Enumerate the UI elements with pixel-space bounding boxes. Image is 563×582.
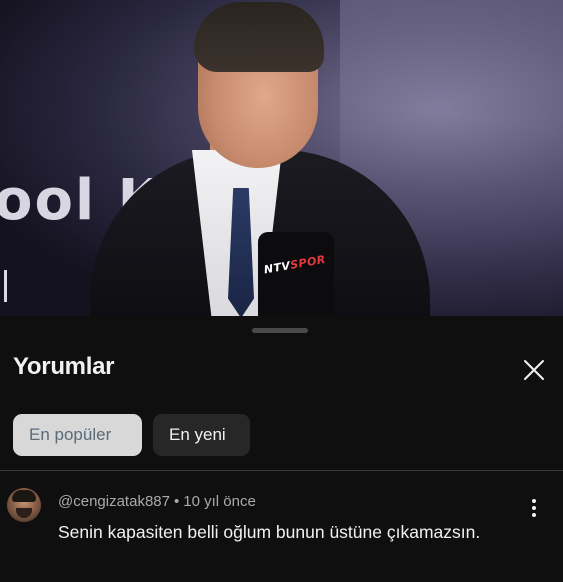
close-button[interactable]	[516, 352, 552, 388]
meta-separator: •	[173, 493, 180, 510]
avatar[interactable]	[7, 488, 41, 522]
video-person: NTVSPOR	[60, 0, 430, 316]
comments-panel: Yorumlar En popüler En yeni @cengizatak8…	[0, 316, 563, 582]
avatar-hair	[12, 490, 36, 502]
close-icon	[524, 360, 544, 380]
sort-chips: En popüler En yeni	[13, 414, 250, 456]
avatar-beard	[16, 508, 32, 518]
comment-menu-button[interactable]	[520, 494, 548, 522]
app-root: ool K ü NTVSPOR Yorumlar En popüler En y…	[0, 0, 563, 582]
comment-item: @cengizatak887 • 10 yıl önce Senin kapasit…	[0, 486, 563, 582]
person-hair	[194, 2, 324, 72]
chip-en-populer[interactable]: En popüler	[13, 414, 142, 456]
comment-meta: @cengizatak887 • 10 yıl önce	[58, 493, 256, 510]
divider	[0, 470, 563, 471]
drag-handle[interactable]	[252, 328, 308, 333]
backdrop-bar	[4, 270, 7, 302]
comment-author[interactable]: @cengizatak887	[58, 493, 170, 510]
comment-time: 10 yıl önce	[183, 493, 256, 510]
more-vert-icon	[532, 499, 536, 517]
video-player[interactable]: ool K ü NTVSPOR	[0, 0, 563, 316]
chip-en-yeni[interactable]: En yeni	[153, 414, 250, 456]
comment-text: Senin kapasiten belli oğlum bunun üstüne…	[58, 522, 481, 542]
panel-title: Yorumlar	[13, 353, 115, 380]
